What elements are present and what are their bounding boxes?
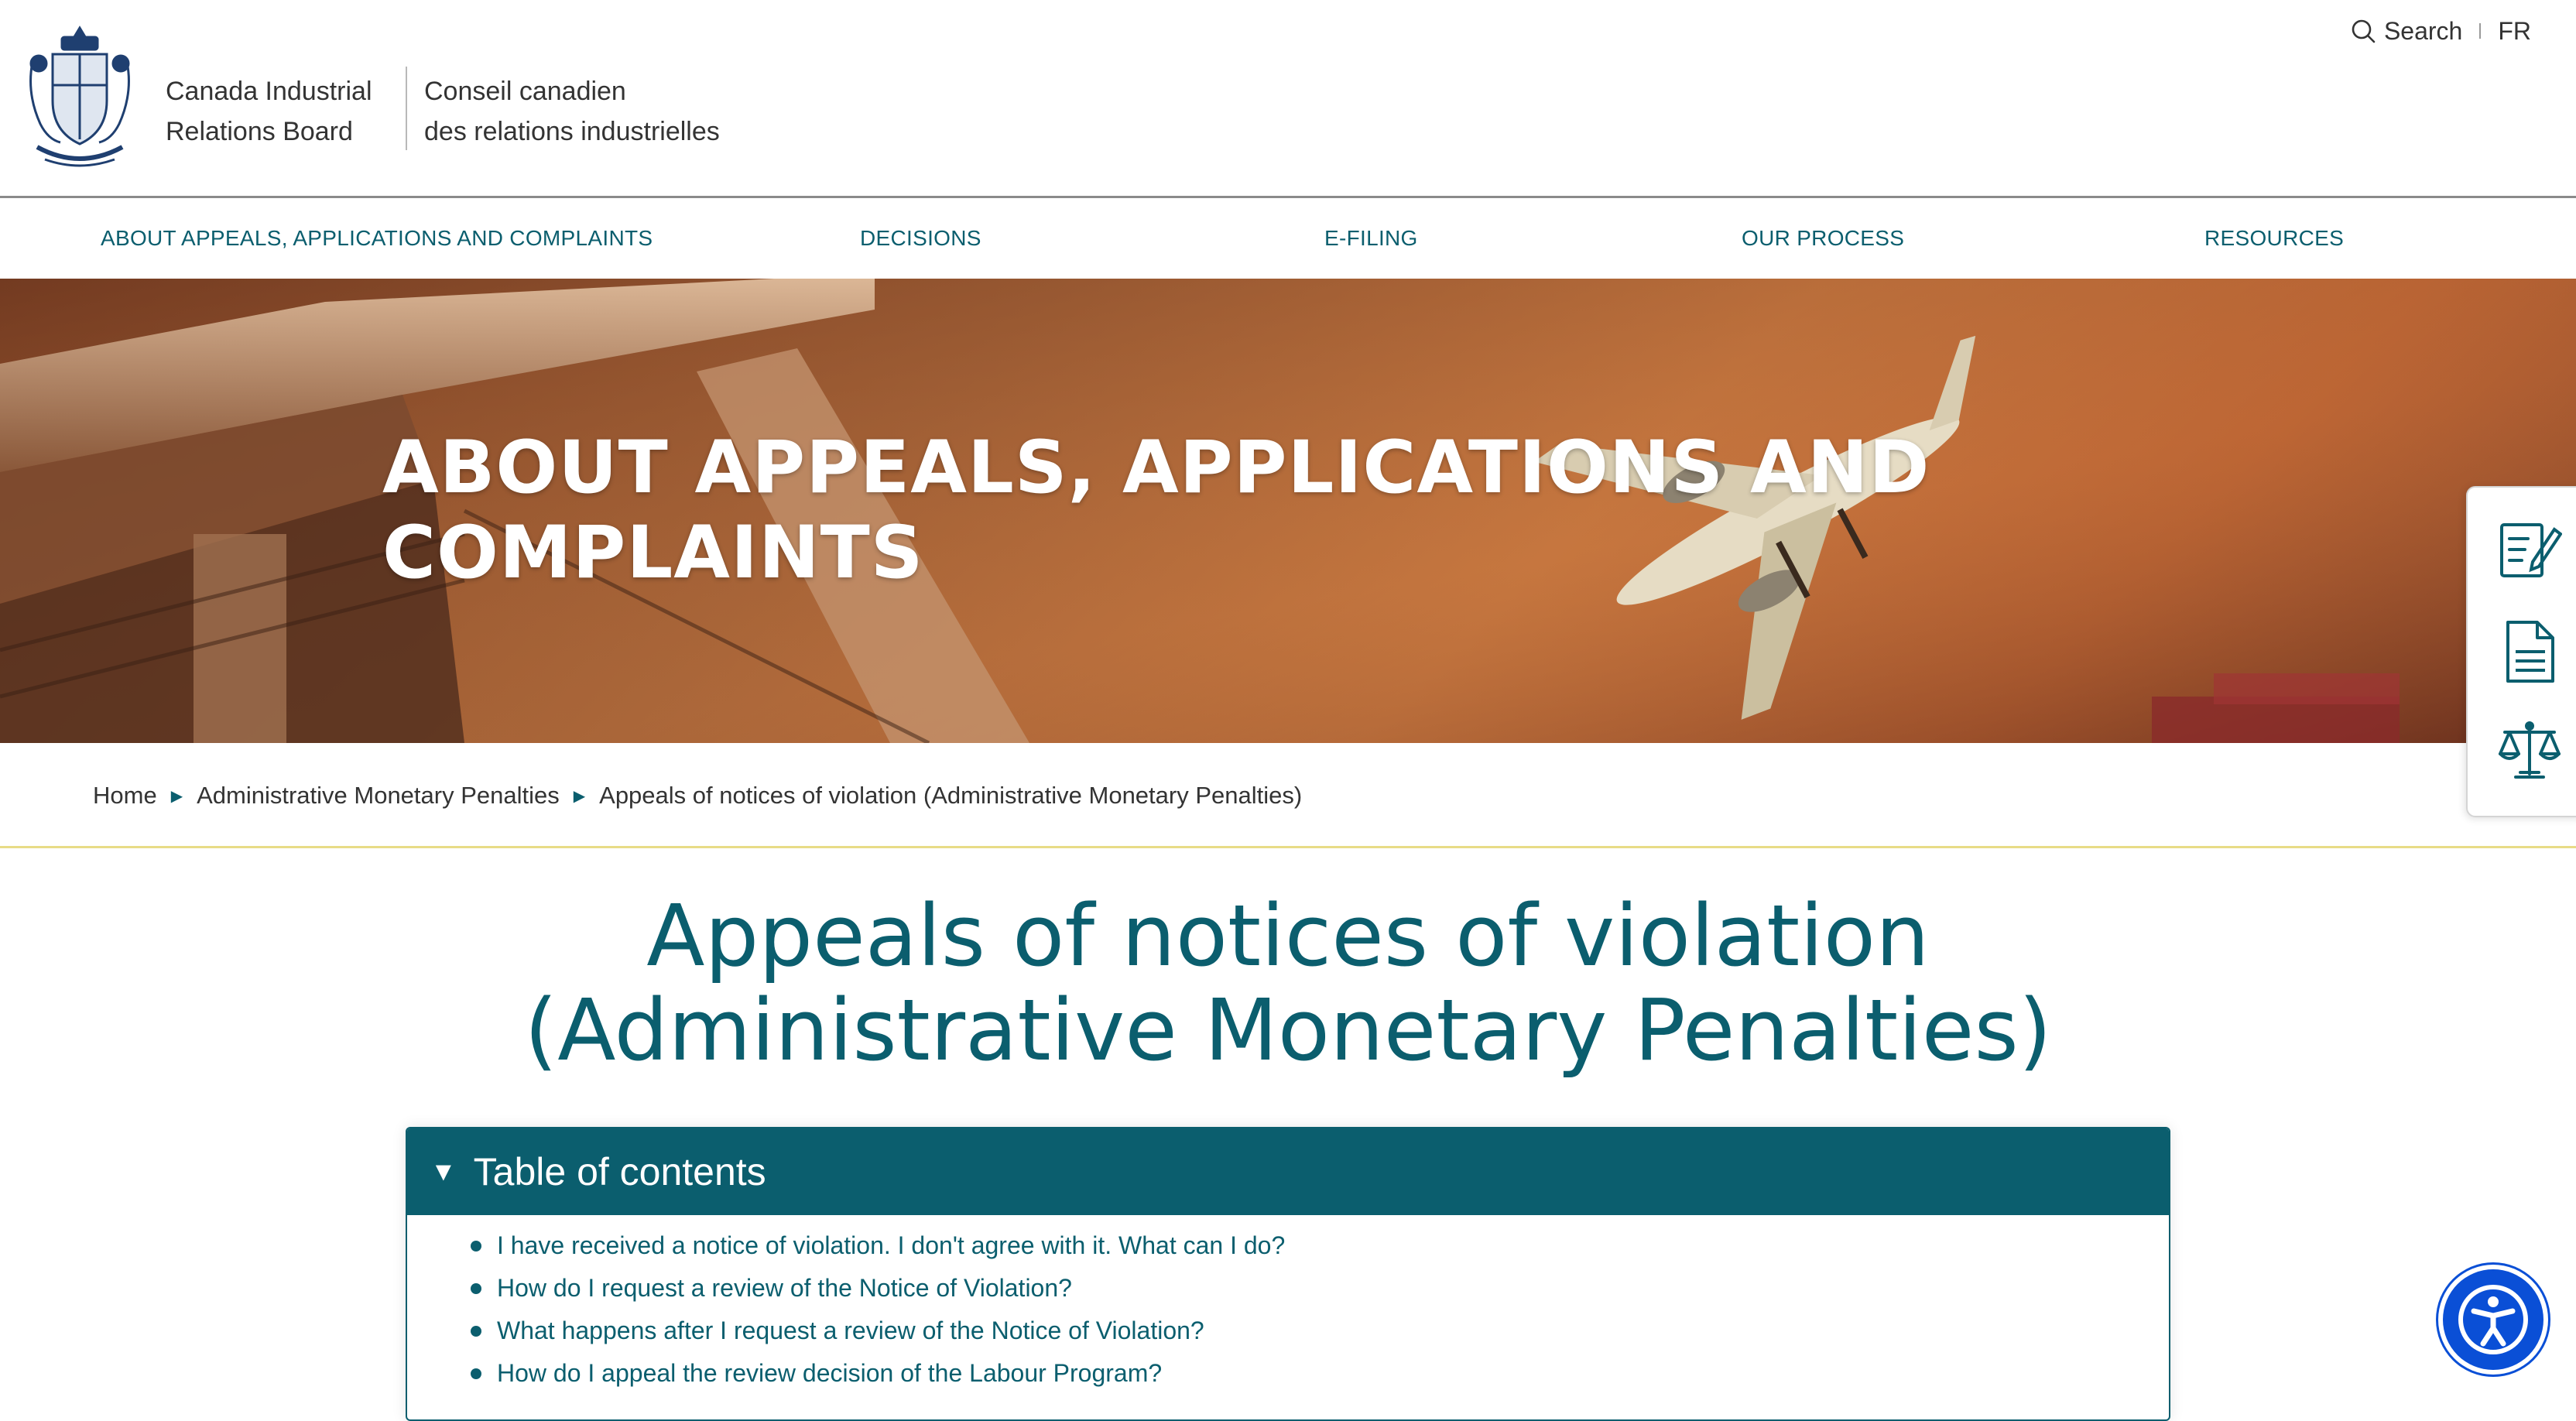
scales-of-justice-icon[interactable]	[2497, 718, 2562, 783]
toc-link-text: How do I request a review of the Notice …	[497, 1274, 1072, 1302]
nav-item-e-filing[interactable]: E-FILING	[1324, 198, 1418, 279]
breadcrumb-arrow-icon: ▶	[573, 787, 586, 805]
nav-item-resources[interactable]: RESOURCES	[2204, 198, 2344, 279]
toc-link-text: What happens after I request a review of…	[497, 1317, 1204, 1344]
nav-item-our-process[interactable]: OUR PROCESS	[1742, 198, 1904, 279]
toc-link-text: How do I appeal the review decision of t…	[497, 1359, 1163, 1387]
accessibility-button[interactable]	[2443, 1269, 2543, 1370]
accessibility-icon	[2458, 1285, 2528, 1354]
nav-item-about[interactable]: ABOUT APPEALS, APPLICATIONS AND COMPLAIN…	[101, 198, 653, 279]
site-header: Canada Industrial Relations Board Consei…	[0, 0, 2576, 198]
hero-title-line1: ABOUT APPEALS, APPLICATIONS AND	[382, 426, 1930, 510]
toc-link-text: I have received a notice of violation. I…	[497, 1231, 1286, 1259]
org-name-en-line2: Relations Board	[166, 117, 353, 146]
bullet-icon	[471, 1282, 481, 1294]
hero-title: ABOUT APPEALS, APPLICATIONS AND COMPLAIN…	[382, 426, 1930, 596]
utility-separator	[2479, 23, 2482, 39]
table-of-contents: ▼ Table of contents I have received a no…	[406, 1127, 2170, 1421]
utility-links: Search FR	[2350, 14, 2531, 48]
breadcrumb-amp[interactable]: Administrative Monetary Penalties	[197, 782, 560, 810]
page-title-line1: Appeals of notices of violation	[646, 886, 1930, 985]
page-title-line2: (Administrative Monetary Penalties)	[524, 981, 2052, 1080]
org-name-fr-line2: des relations industrielles	[424, 117, 720, 146]
hero-banner: ABOUT APPEALS, APPLICATIONS AND COMPLAIN…	[0, 279, 2576, 743]
quick-access-panel	[2466, 486, 2576, 817]
toc-toggle[interactable]: ▼ Table of contents	[407, 1128, 2169, 1215]
org-name-english[interactable]: Canada Industrial Relations Board	[166, 71, 372, 152]
language-toggle-link[interactable]: FR	[2498, 17, 2531, 46]
caret-down-icon: ▼	[430, 1156, 457, 1186]
bullet-icon	[471, 1368, 481, 1379]
org-name-divider	[406, 67, 407, 150]
org-name-french[interactable]: Conseil canadien des relations industrie…	[424, 71, 720, 152]
toc-link[interactable]: I have received a notice of violation. I…	[469, 1224, 1285, 1267]
edit-form-icon[interactable]	[2497, 517, 2562, 582]
coat-of-arms-icon[interactable]	[22, 23, 138, 170]
nav-item-decisions[interactable]: DECISIONS	[860, 198, 981, 279]
toc-list: I have received a notice of violation. I…	[469, 1224, 1285, 1395]
breadcrumb-current: Appeals of notices of violation (Adminis…	[599, 782, 1303, 809]
breadcrumb-arrow-icon: ▶	[170, 787, 183, 805]
page-title: Appeals of notices of violation (Adminis…	[0, 889, 2576, 1077]
search-link[interactable]: Search	[2350, 17, 2462, 46]
search-label: Search	[2383, 16, 2463, 45]
main-navigation: ABOUT APPEALS, APPLICATIONS AND COMPLAIN…	[0, 198, 2576, 279]
toc-heading: Table of contents	[473, 1150, 766, 1193]
document-icon[interactable]	[2497, 619, 2562, 684]
org-name-fr-line1: Conseil canadien	[424, 77, 626, 106]
bullet-icon	[471, 1240, 481, 1252]
hero-title-line2: COMPLAINTS	[382, 511, 924, 595]
breadcrumb-home[interactable]: Home	[93, 782, 157, 810]
breadcrumb: Home ▶ Administrative Monetary Penalties…	[0, 743, 2576, 848]
org-name-en-line1: Canada Industrial	[166, 77, 372, 106]
breadcrumb-trail: Home ▶ Administrative Monetary Penalties…	[93, 777, 1302, 814]
bullet-icon	[471, 1325, 481, 1337]
toc-link[interactable]: What happens after I request a review of…	[469, 1310, 1285, 1352]
search-icon	[2352, 19, 2376, 43]
toc-link[interactable]: How do I request a review of the Notice …	[469, 1267, 1285, 1310]
